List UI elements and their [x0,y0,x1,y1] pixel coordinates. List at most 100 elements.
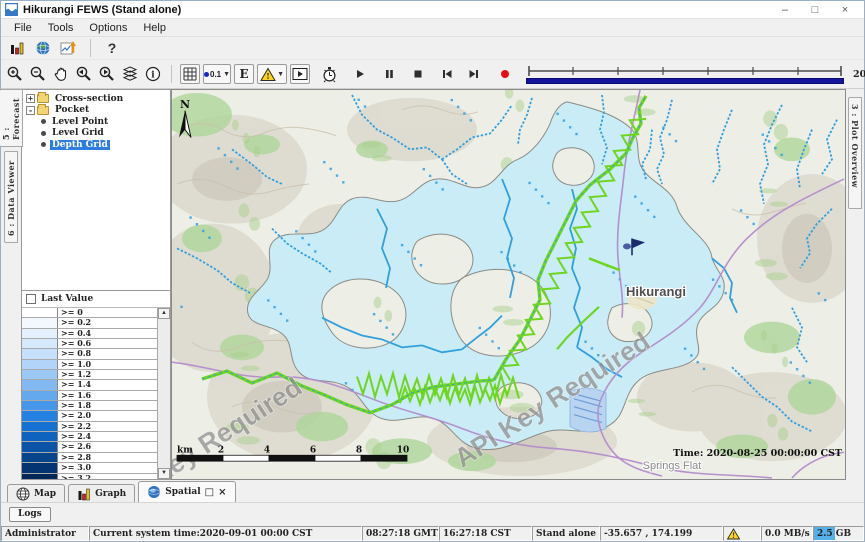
tab-forecast[interactable]: 5 : Forecast [0,89,23,147]
minimize-button[interactable]: – [770,2,800,18]
zoom-in-icon[interactable] [5,64,25,84]
time-slider-track [526,65,844,78]
animation-button[interactable] [290,64,310,84]
globe-explorer-icon[interactable] [33,38,53,58]
legend-rows: >= 0>= 0.2>= 0.4>= 0.6>= 0.8>= 1.0>= 1.2… [22,308,157,479]
stop-button[interactable] [408,64,428,84]
warning-threshold-dropdown[interactable]: ! ▼ [257,64,287,84]
legend-label: >= 2.2 [58,422,157,431]
info-icon[interactable]: i [143,64,163,84]
tree-item-cross-section[interactable]: + Cross-section [26,93,170,105]
expand-icon[interactable]: + [26,94,35,103]
status-memory: 2.5 GB [813,526,864,541]
legend-swatch [22,391,58,400]
warning-icon: ! [260,67,276,82]
close-button[interactable]: × [830,2,860,18]
legend-swatch [22,349,58,358]
legend-swatch [22,474,58,480]
scroll-up-icon[interactable]: ▲ [158,308,170,319]
main-toolbar: ? [1,37,864,59]
profile-chart-icon[interactable] [59,38,79,58]
layers-icon[interactable] [120,64,140,84]
status-system-time: Current system time:2020-09-01 00:00 CST [89,526,362,541]
blue-globe-icon [147,485,161,499]
logs-button[interactable]: Logs [9,507,51,522]
zoom-out-icon[interactable] [28,64,48,84]
legend-label: >= 0.4 [58,329,157,338]
legend-swatch [22,360,58,369]
status-warning-cell[interactable]: ! [723,526,761,541]
zoom-previous-icon[interactable] [74,64,94,84]
node-bullet-icon [41,131,46,136]
svg-text:km: km [177,445,193,455]
status-coordinates: -35.657 , 174.199 [600,526,723,541]
node-bullet-icon [41,119,46,124]
menu-tools[interactable]: Tools [41,21,81,35]
legend-scrollbar[interactable]: ▲ ▼ [157,308,170,479]
legend-label: >= 2.4 [58,432,157,441]
tab-spatial[interactable]: Spatial □ × [138,481,235,502]
play-button[interactable] [350,64,370,84]
legend-label: >= 1.4 [58,380,157,389]
bottom-tab-bar: Map Graph Spatial □ × [1,480,864,502]
database-explorer-icon[interactable] [7,38,27,58]
menu-help[interactable]: Help [136,21,173,35]
tree-item-depth-grid[interactable]: Depth Grid [26,139,170,151]
grid-toggle-button[interactable] [180,64,200,84]
record-button[interactable] [495,64,515,84]
legend-label: >= 1.8 [58,401,157,410]
legend-label: >= 2.8 [58,453,157,462]
legend-row[interactable]: >= 3.0 [22,463,157,473]
pan-hand-icon[interactable] [51,64,71,84]
zoom-next-icon[interactable] [97,64,117,84]
svg-text:i: i [151,71,155,81]
last-value-checkbox[interactable] [26,294,36,304]
tab-data-viewer[interactable]: 6 : Data Viewer [4,151,18,243]
scroll-down-icon[interactable]: ▼ [158,468,170,479]
legend-swatch [22,380,58,389]
timer-icon[interactable] [319,64,339,84]
wireframe-globe-icon [16,487,30,501]
legend-label: >= 1.2 [58,370,157,379]
first-frame-button[interactable] [437,64,457,84]
tab-map[interactable]: Map [7,484,65,502]
chevron-down-icon: ▼ [277,71,284,78]
legend-label: >= 0.8 [58,349,157,358]
tab-maximize-icon[interactable]: □ [205,487,214,498]
legend-toggle-button[interactable]: E [234,64,254,84]
legend-row[interactable]: >= 3.2 [22,474,157,480]
legend-swatch [22,308,58,317]
tree-item-pocket[interactable]: - Pocket [26,105,170,117]
spatial-layer-tree: + Cross-section - Pocket Level Point Lev… [22,90,170,291]
help-button[interactable]: ? [102,38,122,58]
town-label: Hikurangi [626,284,686,299]
legend-body: >= 0>= 0.2>= 0.4>= 0.6>= 0.8>= 1.0>= 1.2… [22,308,170,479]
legend-swatch [22,318,58,327]
main-region: 5 : Forecast 6 : Data Viewer + Cross-sec… [1,89,864,480]
legend-header: Last Value [22,291,170,308]
maximize-button[interactable]: □ [800,2,830,18]
tree-item-level-grid[interactable]: Level Grid [26,128,170,140]
collapse-icon[interactable]: - [26,106,35,115]
legend-panel: Last Value >= 0>= 0.2>= 0.4>= 0.6>= 0.8>… [22,291,170,479]
svg-text:N: N [180,98,190,111]
menu-file[interactable]: File [7,21,39,35]
last-frame-button[interactable] [464,64,484,84]
map-view[interactable]: API Key Required API Key Required Hikura… [171,89,846,480]
threshold-dot-icon [204,72,209,77]
tab-close-icon[interactable]: × [218,487,226,498]
time-slider[interactable] [526,65,844,84]
legend-swatch [22,329,58,338]
tab-graph[interactable]: Graph [68,484,135,502]
tree-item-level-point[interactable]: Level Point [26,116,170,128]
pause-button[interactable] [379,64,399,84]
legend-swatch [22,442,58,451]
status-user: Administrator [1,526,89,541]
tab-plot-overview[interactable]: 3 : Plot Overview [848,97,862,209]
map-canvas[interactable]: API Key Required API Key Required Hikura… [172,90,845,479]
time-slider-range[interactable] [526,78,844,84]
svg-text:2: 2 [218,445,224,455]
menu-options[interactable]: Options [82,21,134,35]
label-threshold-dropdown[interactable]: 0.1 ▼ [203,64,231,84]
map-time-label: Time: 2020-08-25 00:00:00 CST [673,448,842,459]
